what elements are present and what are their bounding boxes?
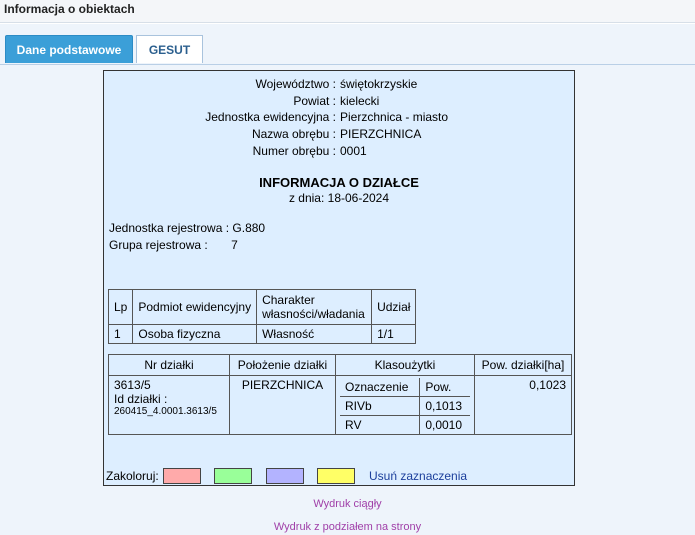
color-label: Zakoloruj: — [106, 469, 159, 483]
swatch-green[interactable] — [214, 468, 252, 484]
swatch-blue[interactable] — [266, 468, 304, 484]
parcel-id-value: 260415_4.0001.3613/5 — [114, 406, 217, 417]
swatch-yellow[interactable] — [317, 468, 355, 484]
registry-group-label: Grupa rejestrowa : — [109, 238, 208, 252]
parcel-header-row: Nr działki Położenie działki Klasoużytki… — [108, 354, 572, 376]
tab-strip: Dane podstawowe GESUT — [0, 32, 695, 65]
col-parcel-location: Położenie działki — [229, 354, 336, 376]
cadastral-unit-label: Jednostka ewidencyjna : — [205, 110, 336, 124]
color-toolbar: Zakoloruj: Usuń zaznaczenia — [104, 466, 574, 486]
land-class-area: 0,0010 — [419, 415, 470, 434]
parcel-location: PIERZCHNICA — [229, 375, 336, 435]
report-date: z dnia: 18-06-2024 — [288, 191, 390, 205]
swatch-red[interactable] — [163, 468, 201, 484]
registry-unit-label: Jednostka rejestrowa : — [109, 221, 233, 235]
owner-subject: Osoba fizyczna — [132, 324, 258, 344]
cadastral-unit-value: Pierzchnica - miasto — [340, 110, 449, 124]
land-class-code: RIVb — [340, 396, 420, 416]
clear-colors-link[interactable]: Usuń zaznaczenia — [369, 469, 467, 483]
voivodeship-value: świętokrzyskie — [340, 77, 418, 91]
owner-lp: 1 — [107, 324, 134, 344]
col-land-classes: Klasoużytki — [335, 354, 475, 376]
registry-unit-line: Jednostka rejestrowa : G.880 — [109, 221, 265, 235]
land-class-area: 0,1013 — [419, 396, 470, 416]
col-ownership: Charakter własności/władania — [256, 289, 373, 325]
land-classes-header: Oznaczenie Pow. — [340, 378, 470, 397]
col-parcel-number: Nr działki — [108, 354, 230, 376]
registry-unit-value: G.880 — [232, 221, 266, 235]
list-item: RIVb 0,1013 — [340, 396, 470, 416]
window-title: Informacja o obiektach — [4, 2, 135, 16]
tab-gesut[interactable]: GESUT — [136, 35, 203, 63]
tab-basic-data[interactable]: Dane podstawowe — [5, 35, 133, 63]
registry-group-value: 7 — [231, 238, 238, 252]
print-continuous-link[interactable]: Wydruk ciągły — [0, 498, 695, 510]
parcel-number-cell: 3613/5 Id działki : 260415_4.0001.3613/5 — [108, 375, 230, 435]
col-subject: Podmiot ewidencyjny — [132, 289, 258, 325]
list-item: RV 0,0010 — [340, 415, 470, 434]
voivodeship-label: Województwo : — [255, 77, 336, 91]
precinct-number-label: Numer obrębu : — [252, 144, 336, 158]
parcel-info-box: Województwo : świętokrzyskie Powiat : ki… — [103, 70, 575, 486]
parcel-id-label: Id działki : — [114, 392, 168, 406]
table-row: 1 Osoba fizyczna Własność 1/1 — [107, 324, 417, 344]
county-value: kielecki — [340, 94, 380, 108]
owners-table: Lp Podmiot ewidencyjny Charakter własnoś… — [107, 289, 417, 344]
precinct-name-value: PIERZCHNICA — [340, 127, 422, 141]
object-info-panel: Dane podstawowe GESUT Województwo : świę… — [0, 24, 695, 535]
owners-header-row: Lp Podmiot ewidencyjny Charakter własnoś… — [107, 289, 417, 325]
land-class-code: RV — [345, 418, 362, 432]
land-class-area-header: Pow. — [419, 378, 470, 397]
parcel-area: 0,1023 — [474, 375, 572, 435]
col-parcel-area: Pow. działki[ha] — [474, 354, 572, 376]
print-paged-link[interactable]: Wydruk z podziałem na strony — [0, 521, 695, 533]
precinct-name-label: Nazwa obrębu : — [251, 127, 336, 141]
registry-group-line: Grupa rejestrowa : 7 — [109, 238, 238, 252]
parcel-number: 3613/5 — [114, 378, 151, 392]
precinct-number-value: 0001 — [340, 144, 367, 158]
county-label: Powiat : — [293, 94, 336, 108]
owner-share: 1/1 — [371, 324, 417, 344]
report-title: INFORMACJA O DZIAŁCE — [259, 175, 419, 190]
col-share: Udział — [371, 289, 417, 325]
land-class-code-header: Oznaczenie — [340, 378, 420, 397]
parcel-table: Nr działki Położenie działki Klasoużytki… — [108, 354, 572, 435]
land-classes-table: Oznaczenie Pow. RIVb 0,1013 RV 0,0010 — [340, 378, 470, 434]
table-row: 3613/5 Id działki : 260415_4.0001.3613/5… — [108, 375, 572, 435]
land-classes-cell: Oznaczenie Pow. RIVb 0,1013 RV 0,0010 — [335, 375, 475, 435]
owner-ownership: Własność — [256, 324, 373, 344]
window-titlebar: Informacja o obiektach — [0, 0, 695, 23]
col-lp: Lp — [107, 289, 134, 325]
